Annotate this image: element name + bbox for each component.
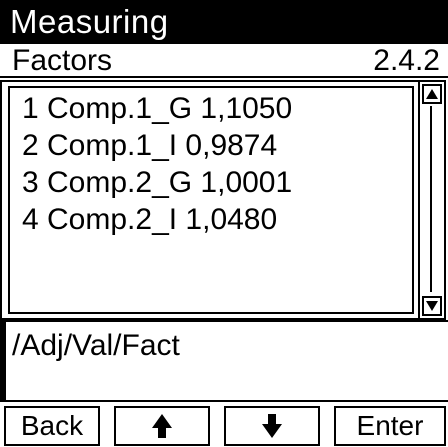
back-label: Back: [20, 410, 84, 441]
down-button[interactable]: [224, 406, 320, 446]
scroll-down-button[interactable]: [422, 296, 442, 316]
list-item[interactable]: 4 Comp.2_I 1,0480: [22, 201, 292, 238]
section-label: Factors: [12, 44, 113, 77]
scroll-up-button[interactable]: [422, 84, 442, 104]
path-area: /Adj/Val/Fact: [0, 320, 448, 400]
divider: [0, 322, 6, 400]
enter-label: Enter: [356, 410, 424, 441]
caret-down-icon: [426, 301, 438, 311]
enter-button[interactable]: Enter: [334, 406, 446, 446]
factor-list-frame: 1 Comp.1_G 1,1050 2 Comp.1_I 0,9874 3 Co…: [0, 80, 446, 320]
divider: [0, 76, 448, 78]
arrow-up-icon: [152, 414, 172, 438]
list-item[interactable]: 2 Comp.1_I 0,9874: [22, 127, 292, 164]
list-item[interactable]: 3 Comp.2_G 1,0001: [22, 164, 292, 201]
menu-path: /Adj/Val/Fact: [12, 329, 180, 362]
scroll-track: [430, 106, 432, 292]
screen-title: Measuring: [10, 3, 169, 40]
subheader: Factors 2.4.2: [0, 44, 448, 78]
back-button[interactable]: Back: [4, 406, 100, 446]
header-bar: Measuring: [0, 0, 448, 44]
menu-number: 2.4.2: [373, 44, 440, 77]
factor-list: 1 Comp.1_G 1,1050 2 Comp.1_I 0,9874 3 Co…: [8, 86, 414, 314]
softkey-bar: Back Enter: [0, 400, 448, 447]
list-item[interactable]: 1 Comp.1_G 1,1050: [22, 90, 292, 127]
arrow-down-icon: [262, 414, 282, 438]
scrollbar[interactable]: [418, 82, 444, 318]
up-button[interactable]: [114, 406, 210, 446]
caret-up-icon: [426, 89, 438, 99]
